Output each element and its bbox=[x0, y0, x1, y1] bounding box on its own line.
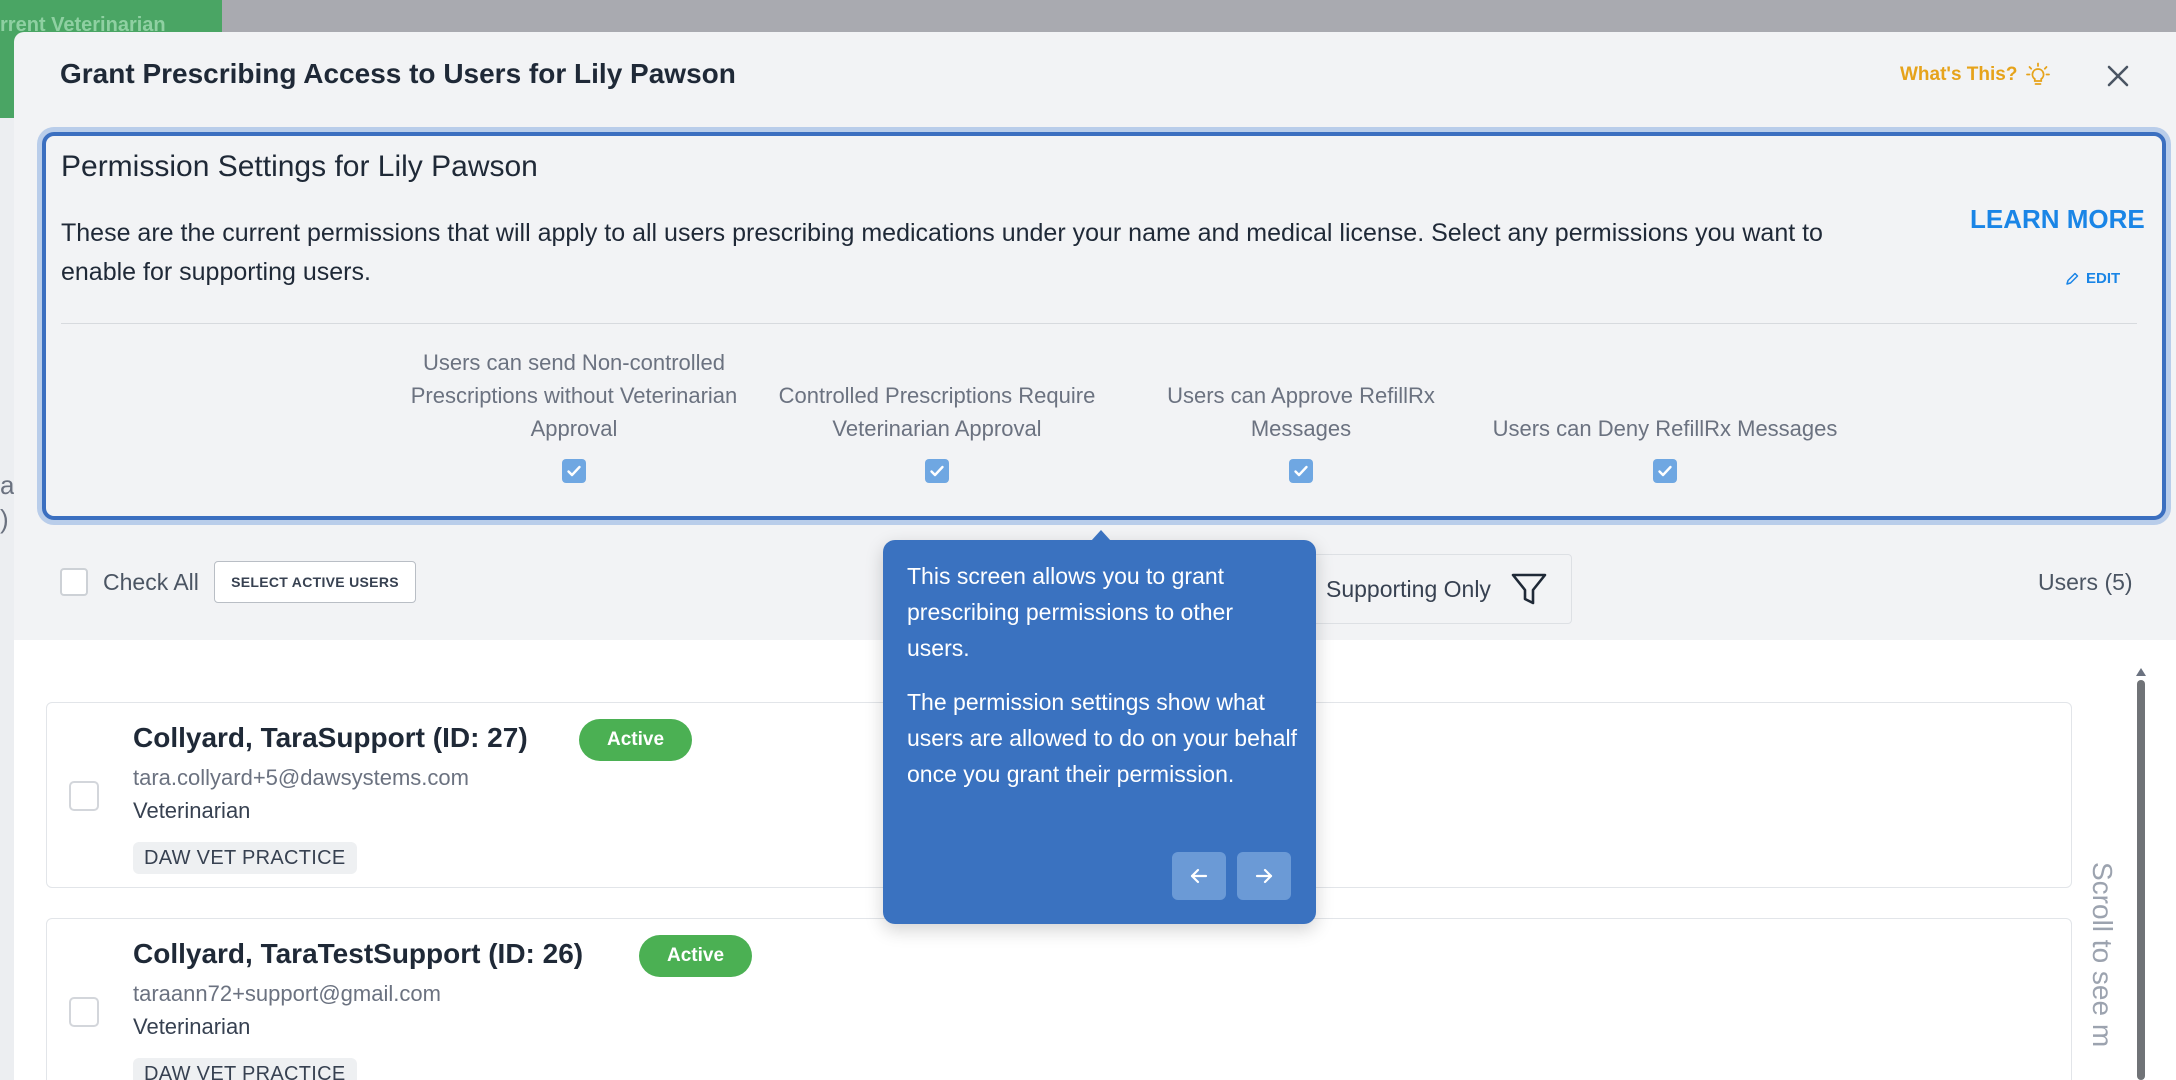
scroll-up-arrow-icon[interactable] bbox=[2136, 668, 2146, 676]
user-name: Collyard, TaraTestSupport (ID: 26) bbox=[133, 938, 584, 969]
user-card[interactable]: Collyard, TaraTestSupport (ID: 26) Activ… bbox=[46, 918, 2072, 1080]
user-name: Collyard, TaraSupport (ID: 27) bbox=[133, 722, 528, 753]
permission-option-noncontrolled: Users can send Non-controlled Prescripti… bbox=[399, 346, 749, 492]
user-email: taraann72+support@gmail.com bbox=[133, 981, 441, 1006]
arrow-right-icon bbox=[1255, 868, 1273, 884]
permission-settings-panel: Permission Settings for Lily Pawson Thes… bbox=[42, 132, 2166, 520]
permission-option-deny-refill: Users can Deny RefillRx Messages bbox=[1490, 346, 1840, 492]
permission-checkbox[interactable] bbox=[925, 459, 949, 483]
practice-tag: DAW VET PRACTICE bbox=[133, 842, 357, 874]
permission-divider bbox=[61, 323, 2137, 324]
background-fragment: ) bbox=[0, 504, 9, 534]
status-badge: Active bbox=[579, 719, 693, 761]
permission-option-label: Users can Approve RefillRx Messages bbox=[1167, 383, 1435, 441]
learn-more-link[interactable]: LEARN MORE bbox=[1970, 204, 2145, 235]
permission-settings-description: These are the current permissions that w… bbox=[61, 219, 1823, 286]
permission-option-approve-refill: Users can Approve RefillRx Messages bbox=[1126, 346, 1476, 492]
onboarding-tooltip: This screen allows you to grant prescrib… bbox=[883, 530, 1316, 924]
supporting-only-filter-button[interactable]: Supporting Only bbox=[1289, 554, 1572, 624]
user-list-scrollbar[interactable] bbox=[2136, 668, 2146, 1080]
tooltip-paragraph: The permission settings show what users … bbox=[907, 689, 1297, 787]
select-active-users-button[interactable]: SELECT ACTIVE USERS bbox=[214, 561, 416, 603]
scrollbar-thumb[interactable] bbox=[2137, 680, 2145, 1080]
user-checkbox[interactable] bbox=[69, 781, 99, 811]
user-checkbox[interactable] bbox=[69, 997, 99, 1027]
permission-settings-title: Permission Settings for Lily Pawson bbox=[61, 150, 538, 183]
checkmark-icon bbox=[1658, 465, 1672, 477]
permission-option-label: Users can send Non-controlled Prescripti… bbox=[410, 350, 738, 441]
close-icon[interactable] bbox=[2100, 58, 2136, 94]
edit-permissions-button[interactable]: EDIT bbox=[2064, 270, 2120, 287]
checkmark-icon bbox=[567, 465, 581, 477]
tooltip-next-button[interactable] bbox=[1237, 852, 1291, 900]
lightbulb-icon bbox=[2026, 62, 2051, 85]
tooltip-paragraph: This screen allows you to grant prescrib… bbox=[907, 563, 1233, 661]
checkmark-icon bbox=[930, 465, 944, 477]
pencil-icon bbox=[2066, 272, 2079, 285]
user-role: Veterinarian bbox=[133, 798, 251, 823]
practice-tag: DAW VET PRACTICE bbox=[133, 1058, 357, 1080]
tooltip-prev-button[interactable] bbox=[1172, 852, 1226, 900]
arrow-left-icon bbox=[1190, 868, 1208, 884]
filter-icon bbox=[1511, 573, 1547, 605]
supporting-only-label: Supporting Only bbox=[1326, 575, 1491, 602]
permission-checkbox[interactable] bbox=[1289, 459, 1313, 483]
permission-checkbox[interactable] bbox=[562, 459, 586, 483]
permission-option-label: Controlled Prescriptions Require Veterin… bbox=[778, 383, 1096, 441]
user-email: tara.collyard+5@dawsystems.com bbox=[133, 765, 469, 790]
permission-option-controlled: Controlled Prescriptions Require Veterin… bbox=[762, 346, 1112, 492]
permission-checkbox[interactable] bbox=[1653, 459, 1677, 483]
users-count: Users (5) bbox=[2038, 569, 2133, 595]
whats-this-label: What's This? bbox=[1900, 64, 2018, 85]
user-role: Veterinarian bbox=[133, 1014, 251, 1039]
check-all-checkbox[interactable] bbox=[60, 568, 88, 596]
edit-label: EDIT bbox=[2086, 270, 2121, 287]
modal-header: Grant Prescribing Access to Users for Li… bbox=[14, 32, 2176, 124]
background-fragment: a bbox=[0, 470, 15, 500]
permission-option-label: Users can Deny RefillRx Messages bbox=[1492, 416, 1838, 441]
status-badge: Active bbox=[639, 935, 753, 977]
check-all-label: Check All bbox=[103, 569, 199, 595]
whats-this-link[interactable]: What's This? bbox=[1900, 62, 2051, 88]
checkmark-icon bbox=[1294, 465, 1308, 477]
modal-title: Grant Prescribing Access to Users for Li… bbox=[60, 58, 736, 89]
scroll-hint: Scroll to see m bbox=[2087, 862, 2118, 1048]
